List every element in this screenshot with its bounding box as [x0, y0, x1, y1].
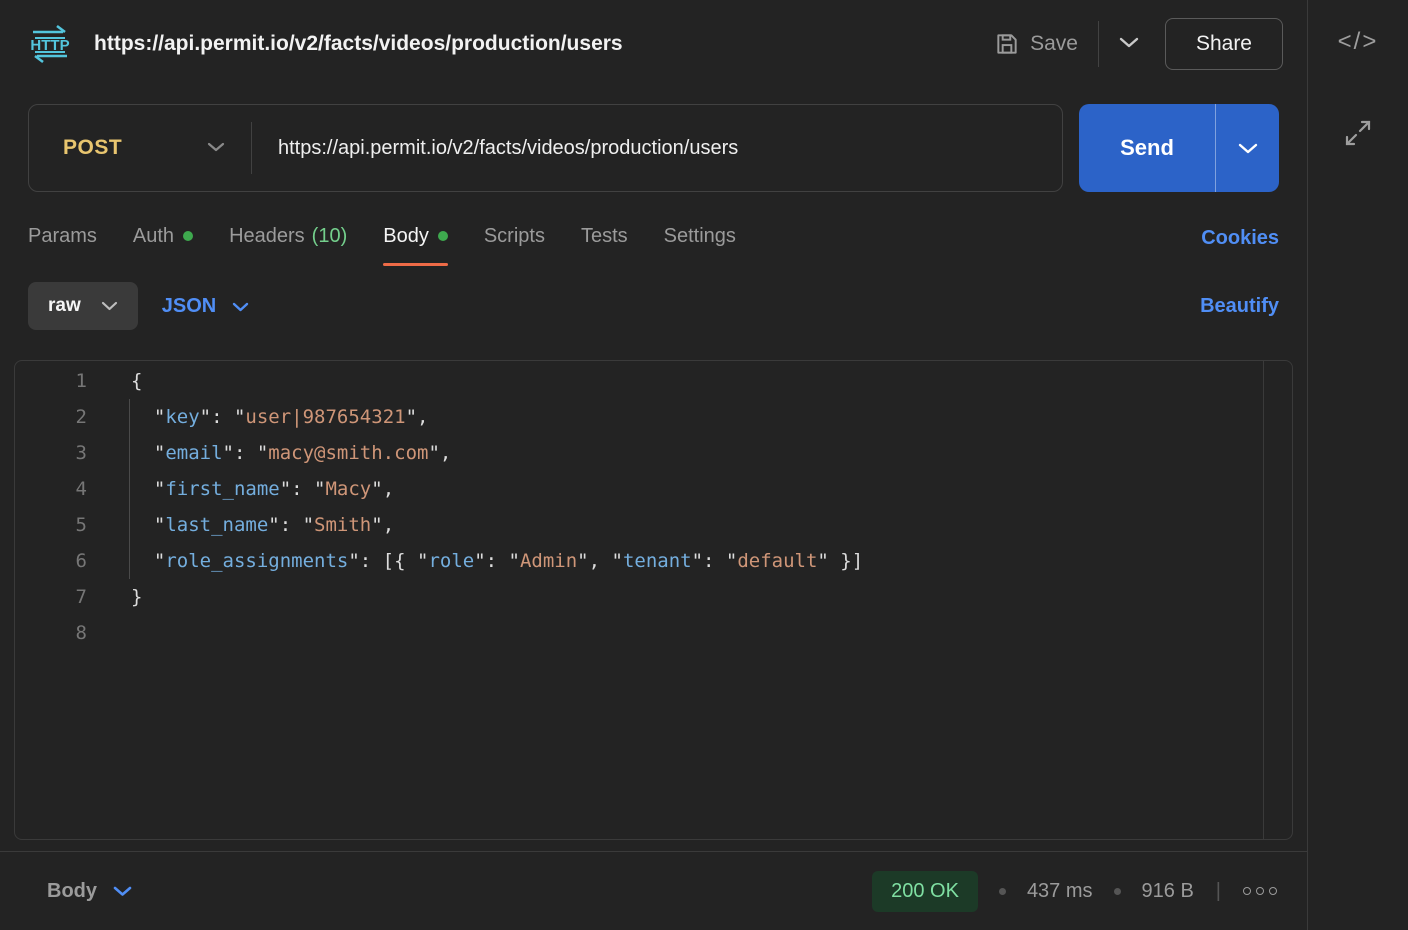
code-content: "email": "macy@smith.com",	[131, 435, 451, 471]
http-method-icon: HTTP	[28, 22, 72, 66]
tab-label: Params	[28, 225, 97, 248]
body-format-label: raw	[48, 295, 81, 317]
separator-dot	[1114, 888, 1121, 895]
code-line: 5 "last_name": "Smith",	[15, 507, 1292, 543]
separator-dot	[999, 888, 1006, 895]
response-body-label: Body	[47, 880, 97, 903]
send-button[interactable]: Send	[1079, 104, 1215, 192]
code-snippet-icon[interactable]: </>	[1338, 28, 1379, 56]
line-number: 4	[15, 471, 87, 507]
line-number: 6	[15, 543, 87, 579]
tab-label: Auth	[133, 225, 174, 248]
tab-auth[interactable]: Auth	[133, 225, 193, 252]
tab-label: Body	[383, 225, 429, 248]
url-input[interactable]: https://api.permit.io/v2/facts/videos/pr…	[252, 137, 738, 160]
method-label: POST	[63, 136, 122, 160]
body-toolbar: raw JSON Beautify	[28, 282, 1279, 330]
tab-label: Tests	[581, 225, 628, 248]
send-button-group: Send	[1079, 104, 1279, 192]
status-bar: Body 200 OK 437 ms 916 B |	[0, 851, 1307, 930]
request-row: POST https://api.permit.io/v2/facts/vide…	[28, 104, 1279, 192]
method-selector[interactable]: POST	[29, 105, 251, 191]
response-time: 437 ms	[1027, 880, 1093, 903]
cookies-link[interactable]: Cookies	[1201, 227, 1279, 250]
status-code-badge: 200 OK	[872, 871, 978, 912]
tab-body[interactable]: Body	[383, 225, 448, 252]
save-label: Save	[1030, 32, 1078, 56]
language-label: JSON	[162, 295, 216, 318]
code-line: 3 "email": "macy@smith.com",	[15, 435, 1292, 471]
tab-settings[interactable]: Settings	[664, 225, 736, 252]
code-content: {	[131, 363, 142, 399]
chevron-down-icon	[113, 880, 132, 903]
language-dropdown[interactable]: JSON	[162, 295, 249, 318]
line-number: 5	[15, 507, 87, 543]
request-title: https://api.permit.io/v2/facts/videos/pr…	[94, 32, 994, 56]
code-content: "role_assignments": [{ "role": "Admin", …	[131, 543, 863, 579]
share-button[interactable]: Share	[1165, 18, 1283, 70]
save-options-chevron-icon[interactable]	[1119, 35, 1139, 53]
divider	[1098, 21, 1099, 67]
line-number: 7	[15, 579, 87, 615]
line-number: 3	[15, 435, 87, 471]
expand-icon[interactable]	[1343, 118, 1373, 153]
code-line: 4 "first_name": "Macy",	[15, 471, 1292, 507]
tab-headers[interactable]: Headers (10)	[229, 225, 347, 252]
beautify-link[interactable]: Beautify	[1200, 295, 1279, 318]
line-number: 2	[15, 399, 87, 435]
right-sidebar: </>	[1307, 0, 1408, 930]
divider: |	[1216, 880, 1221, 903]
request-tabs: Params Auth Headers (10) Body Scripts Te…	[28, 216, 1279, 260]
tab-label: Scripts	[484, 225, 545, 248]
code-line: 7}	[15, 579, 1292, 615]
top-bar: HTTP https://api.permit.io/v2/facts/vide…	[0, 0, 1307, 88]
tab-tests[interactable]: Tests	[581, 225, 628, 252]
response-size: 916 B	[1142, 880, 1194, 903]
body-status-dot	[438, 231, 448, 241]
main-column: HTTP https://api.permit.io/v2/facts/vide…	[0, 0, 1307, 930]
code-line: 2 "key": "user|987654321",	[15, 399, 1292, 435]
code-content: }	[131, 579, 142, 615]
tab-label: Settings	[664, 225, 736, 248]
headers-count: (10)	[312, 225, 348, 248]
code-line: 1{	[15, 363, 1292, 399]
code-content: "key": "user|987654321",	[131, 399, 428, 435]
request-url-box: POST https://api.permit.io/v2/facts/vide…	[28, 104, 1063, 192]
response-meta: 200 OK 437 ms 916 B |	[872, 871, 1281, 912]
floppy-save-icon	[994, 31, 1020, 57]
code-content: "last_name": "Smith",	[131, 507, 394, 543]
chevron-down-icon	[1238, 143, 1258, 154]
send-options-button[interactable]	[1216, 104, 1279, 192]
response-body-dropdown[interactable]: Body	[47, 880, 132, 903]
method-chevron-icon	[207, 139, 225, 157]
code-line: 6 "role_assignments": [{ "role": "Admin"…	[15, 543, 1292, 579]
tab-params[interactable]: Params	[28, 225, 97, 252]
line-number: 1	[15, 363, 87, 399]
auth-status-dot	[183, 231, 193, 241]
chevron-down-icon	[232, 295, 249, 318]
save-button[interactable]: Save	[994, 31, 1078, 57]
chevron-down-icon	[101, 295, 118, 317]
code-line: 8	[15, 615, 1292, 651]
more-options-icon[interactable]	[1239, 883, 1281, 899]
code-content: "first_name": "Macy",	[131, 471, 394, 507]
tab-label: Headers	[229, 225, 305, 248]
body-code-editor[interactable]: 1{2 "key": "user|987654321",3 "email": "…	[14, 360, 1293, 840]
body-format-dropdown[interactable]: raw	[28, 282, 138, 330]
line-number: 8	[15, 615, 87, 651]
tab-scripts[interactable]: Scripts	[484, 225, 545, 252]
